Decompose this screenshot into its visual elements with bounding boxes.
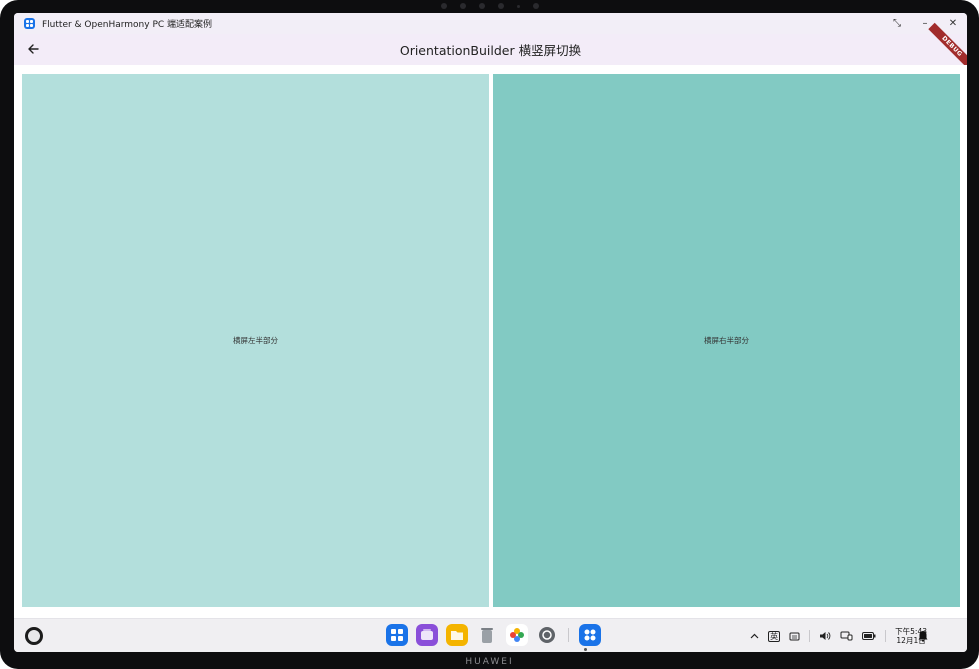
window-title: Flutter & OpenHarmony PC 端适配案例 <box>42 20 213 30</box>
flutter-app-icon[interactable] <box>579 624 601 646</box>
settings-icon[interactable] <box>536 624 558 646</box>
screen: Flutter & OpenHarmony PC 端适配案例 ⤡ – ✕ Ori… <box>14 13 967 652</box>
app-bar: OrientationBuilder 横竖屏切换 DEBUG <box>14 22 967 71</box>
restore-button[interactable]: ⤡ <box>891 13 903 34</box>
ime-indicator[interactable]: 英 <box>768 630 781 642</box>
window-titlebar: Flutter & OpenHarmony PC 端适配案例 ⤡ – ✕ <box>14 13 967 34</box>
volume-icon[interactable] <box>819 631 831 641</box>
right-panel-label: 横屏右半部分 <box>704 336 749 345</box>
taskbar: 英 下午5:43 12月1日 <box>14 618 967 652</box>
device-bezel: Flutter & OpenHarmony PC 端适配案例 ⤡ – ✕ Ori… <box>0 0 979 669</box>
right-panel: 横屏右半部分 <box>493 74 960 607</box>
orientation-content: 横屏左半部分 横屏右半部分 <box>14 65 967 618</box>
dock <box>386 624 601 646</box>
chevron-up-icon[interactable] <box>750 633 759 639</box>
app-grid-icon <box>24 18 35 29</box>
system-tray: 英 下午5:43 12月1日 <box>750 619 927 652</box>
battery-icon[interactable] <box>862 632 876 640</box>
gallery-icon[interactable] <box>506 624 528 646</box>
running-indicator <box>584 648 587 651</box>
tray-separator <box>885 630 887 642</box>
multi-window-icon[interactable] <box>416 624 438 646</box>
page-title: OrientationBuilder 横竖屏切换 <box>399 43 582 58</box>
bell-icon[interactable] <box>917 630 929 642</box>
app-grid-icon[interactable] <box>386 624 408 646</box>
files-icon[interactable] <box>446 624 468 646</box>
left-panel-label: 横屏左半部分 <box>233 336 278 345</box>
trash-icon[interactable] <box>476 624 498 646</box>
tray-separator <box>809 630 811 642</box>
projection-icon[interactable] <box>840 631 853 641</box>
dock-separator <box>568 628 569 642</box>
left-panel: 横屏左半部分 <box>22 74 489 607</box>
arrow-left-icon <box>28 44 39 54</box>
camera-strip <box>440 3 539 9</box>
keyboard-icon[interactable] <box>789 631 800 642</box>
start-button[interactable] <box>25 627 43 645</box>
window-controls: ⤡ – ✕ <box>891 13 959 34</box>
back-button[interactable] <box>22 38 44 60</box>
device-brand: HUAWEI <box>465 657 514 667</box>
close-button[interactable]: ✕ <box>947 13 959 34</box>
